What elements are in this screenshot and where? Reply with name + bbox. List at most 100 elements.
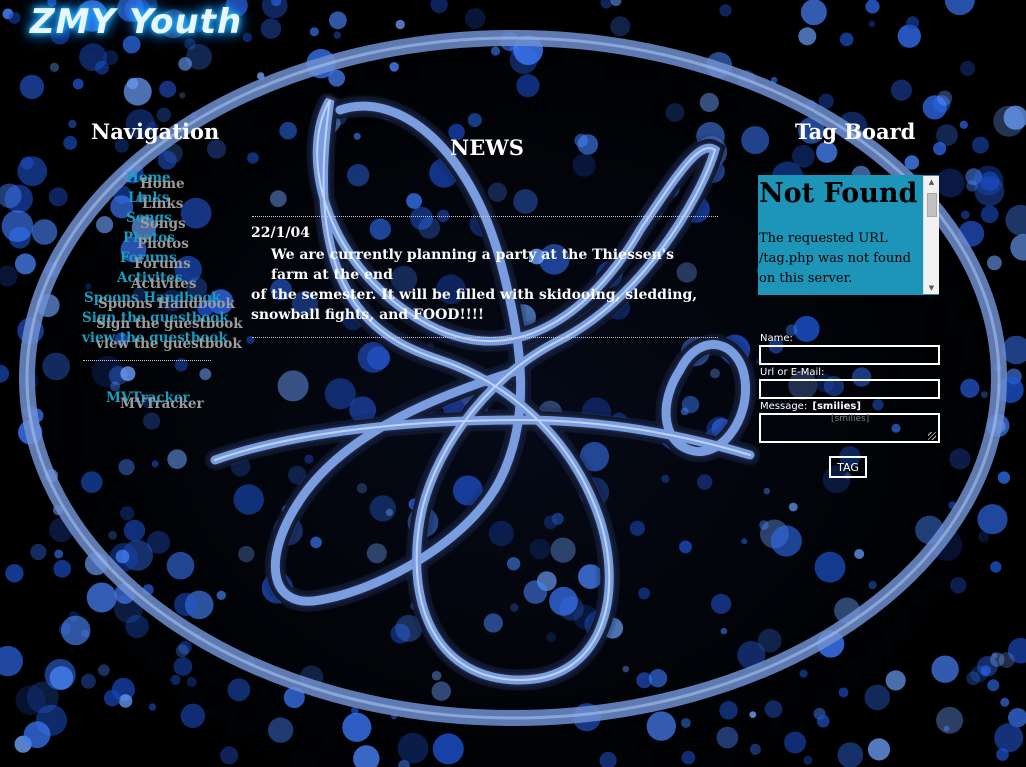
tag-board-scrollbar[interactable]: ▲ ▼ [923, 176, 939, 294]
scroll-down-arrow-icon[interactable]: ▼ [924, 282, 939, 294]
bokeh-dot [179, 92, 186, 99]
bokeh-dot [960, 210, 970, 220]
tag-board-content: Not Found The requested URL /tag.php was… [758, 175, 924, 289]
bokeh-dot [972, 136, 989, 154]
bokeh-dot [15, 685, 46, 716]
bokeh-dot [764, 700, 783, 718]
bokeh-dot [31, 219, 58, 245]
bokeh-dot [719, 4, 732, 17]
bokeh-dot [1000, 697, 1010, 707]
bokeh-dot [937, 90, 953, 106]
bokeh-dot [741, 538, 748, 545]
bokeh-dot [120, 506, 135, 521]
name-input[interactable] [759, 345, 940, 365]
url-email-input[interactable] [759, 379, 940, 399]
bokeh-dot [944, 0, 975, 16]
bokeh-dot [174, 592, 198, 617]
bokeh-dot [679, 540, 692, 554]
scroll-up-arrow-icon[interactable]: ▲ [924, 176, 939, 188]
bokeh-dot [63, 135, 78, 150]
bokeh-dot [716, 726, 739, 749]
bokeh-dot [987, 679, 1000, 692]
bokeh-dot [516, 74, 540, 98]
bokeh-dot [42, 352, 71, 381]
bokeh-dot [173, 657, 193, 676]
bokeh-dot [599, 751, 617, 767]
bokeh-dot [30, 543, 47, 561]
bokeh-dot [170, 674, 181, 686]
bokeh-dot [1005, 204, 1026, 236]
tag-submit-button[interactable]: TAG [829, 456, 867, 478]
bokeh-dot [990, 652, 1005, 667]
bokeh-dot [81, 471, 103, 493]
scrollbar-thumb[interactable] [927, 193, 937, 217]
bokeh-dot [697, 474, 713, 490]
bokeh-dot [936, 706, 964, 734]
bokeh-dot [115, 549, 130, 564]
bokeh-dot [711, 593, 732, 615]
bokeh-dot [5, 564, 24, 583]
bokeh-dot [277, 370, 309, 402]
bokeh-dot [572, 153, 596, 177]
bokeh-dot [784, 731, 807, 754]
message-label-row: Message: [smilies] [760, 401, 861, 412]
bokeh-dot [720, 627, 728, 635]
bokeh-dot [118, 694, 133, 708]
bokeh-dot [770, 525, 802, 557]
bokeh-dot [490, 46, 501, 56]
bokeh-dot [96, 216, 114, 234]
bokeh-dot [389, 62, 400, 72]
bokeh-dot [648, 669, 668, 688]
bokeh-dot [369, 218, 391, 240]
bokeh-dot [148, 703, 157, 711]
bokeh-dot [19, 74, 45, 100]
bokeh-dot [864, 684, 891, 711]
site-logo[interactable]: ZMY Youth [30, 2, 242, 42]
bokeh-dot [85, 283, 92, 290]
bokeh-dot [49, 62, 60, 72]
bokeh-dot [759, 520, 769, 530]
bokeh-dot [17, 156, 48, 187]
not-found-title: Not Found [759, 178, 918, 209]
bokeh-dot [333, 31, 342, 39]
news-post-line: We are currently planning a party at the… [271, 247, 674, 283]
bokeh-dot [638, 587, 650, 600]
message-label: Message: [760, 401, 808, 412]
bokeh-dot [357, 342, 389, 373]
textarea-resize-grip-icon[interactable] [928, 432, 936, 440]
bokeh-dot [397, 732, 429, 764]
tag-board-frame[interactable]: Not Found The requested URL /tag.php was… [758, 175, 939, 295]
bokeh-dot [279, 121, 297, 140]
nav-link-shadow-label: view the guestbook [96, 336, 242, 352]
smilies-link[interactable]: [smilies] [812, 401, 861, 412]
bokeh-dot [216, 590, 226, 600]
bokeh-dot [837, 742, 864, 767]
bokeh-dot [646, 711, 676, 741]
bokeh-dot [749, 711, 757, 718]
bokeh-dot [578, 564, 603, 589]
bokeh-dot [936, 124, 958, 147]
bokeh-dot [1010, 234, 1026, 261]
bokeh-dot [546, 632, 556, 643]
bokeh-dot [488, 520, 514, 547]
bokeh-dot [347, 164, 370, 187]
bokeh-dot [816, 714, 830, 728]
bokeh-dot [366, 543, 387, 564]
bokeh-dot [816, 141, 838, 163]
bokeh-dot [710, 368, 720, 379]
bokeh-dot [510, 603, 519, 612]
bokeh-dot [431, 670, 442, 681]
bokeh-dot [890, 79, 913, 101]
news-bottom-rule [252, 337, 718, 338]
bokeh-dot [220, 746, 239, 765]
bokeh-dot [159, 80, 177, 98]
bokeh-dot [118, 459, 135, 476]
news-date: 22/1/04 [251, 225, 310, 241]
bokeh-dot [430, 0, 448, 14]
bokeh-dot [329, 11, 347, 30]
bokeh-dot [199, 368, 212, 381]
bokeh-dot [1, 210, 34, 243]
bokeh-dot [0, 265, 18, 287]
bokeh-dot [120, 366, 136, 382]
bokeh-dot [868, 20, 876, 28]
